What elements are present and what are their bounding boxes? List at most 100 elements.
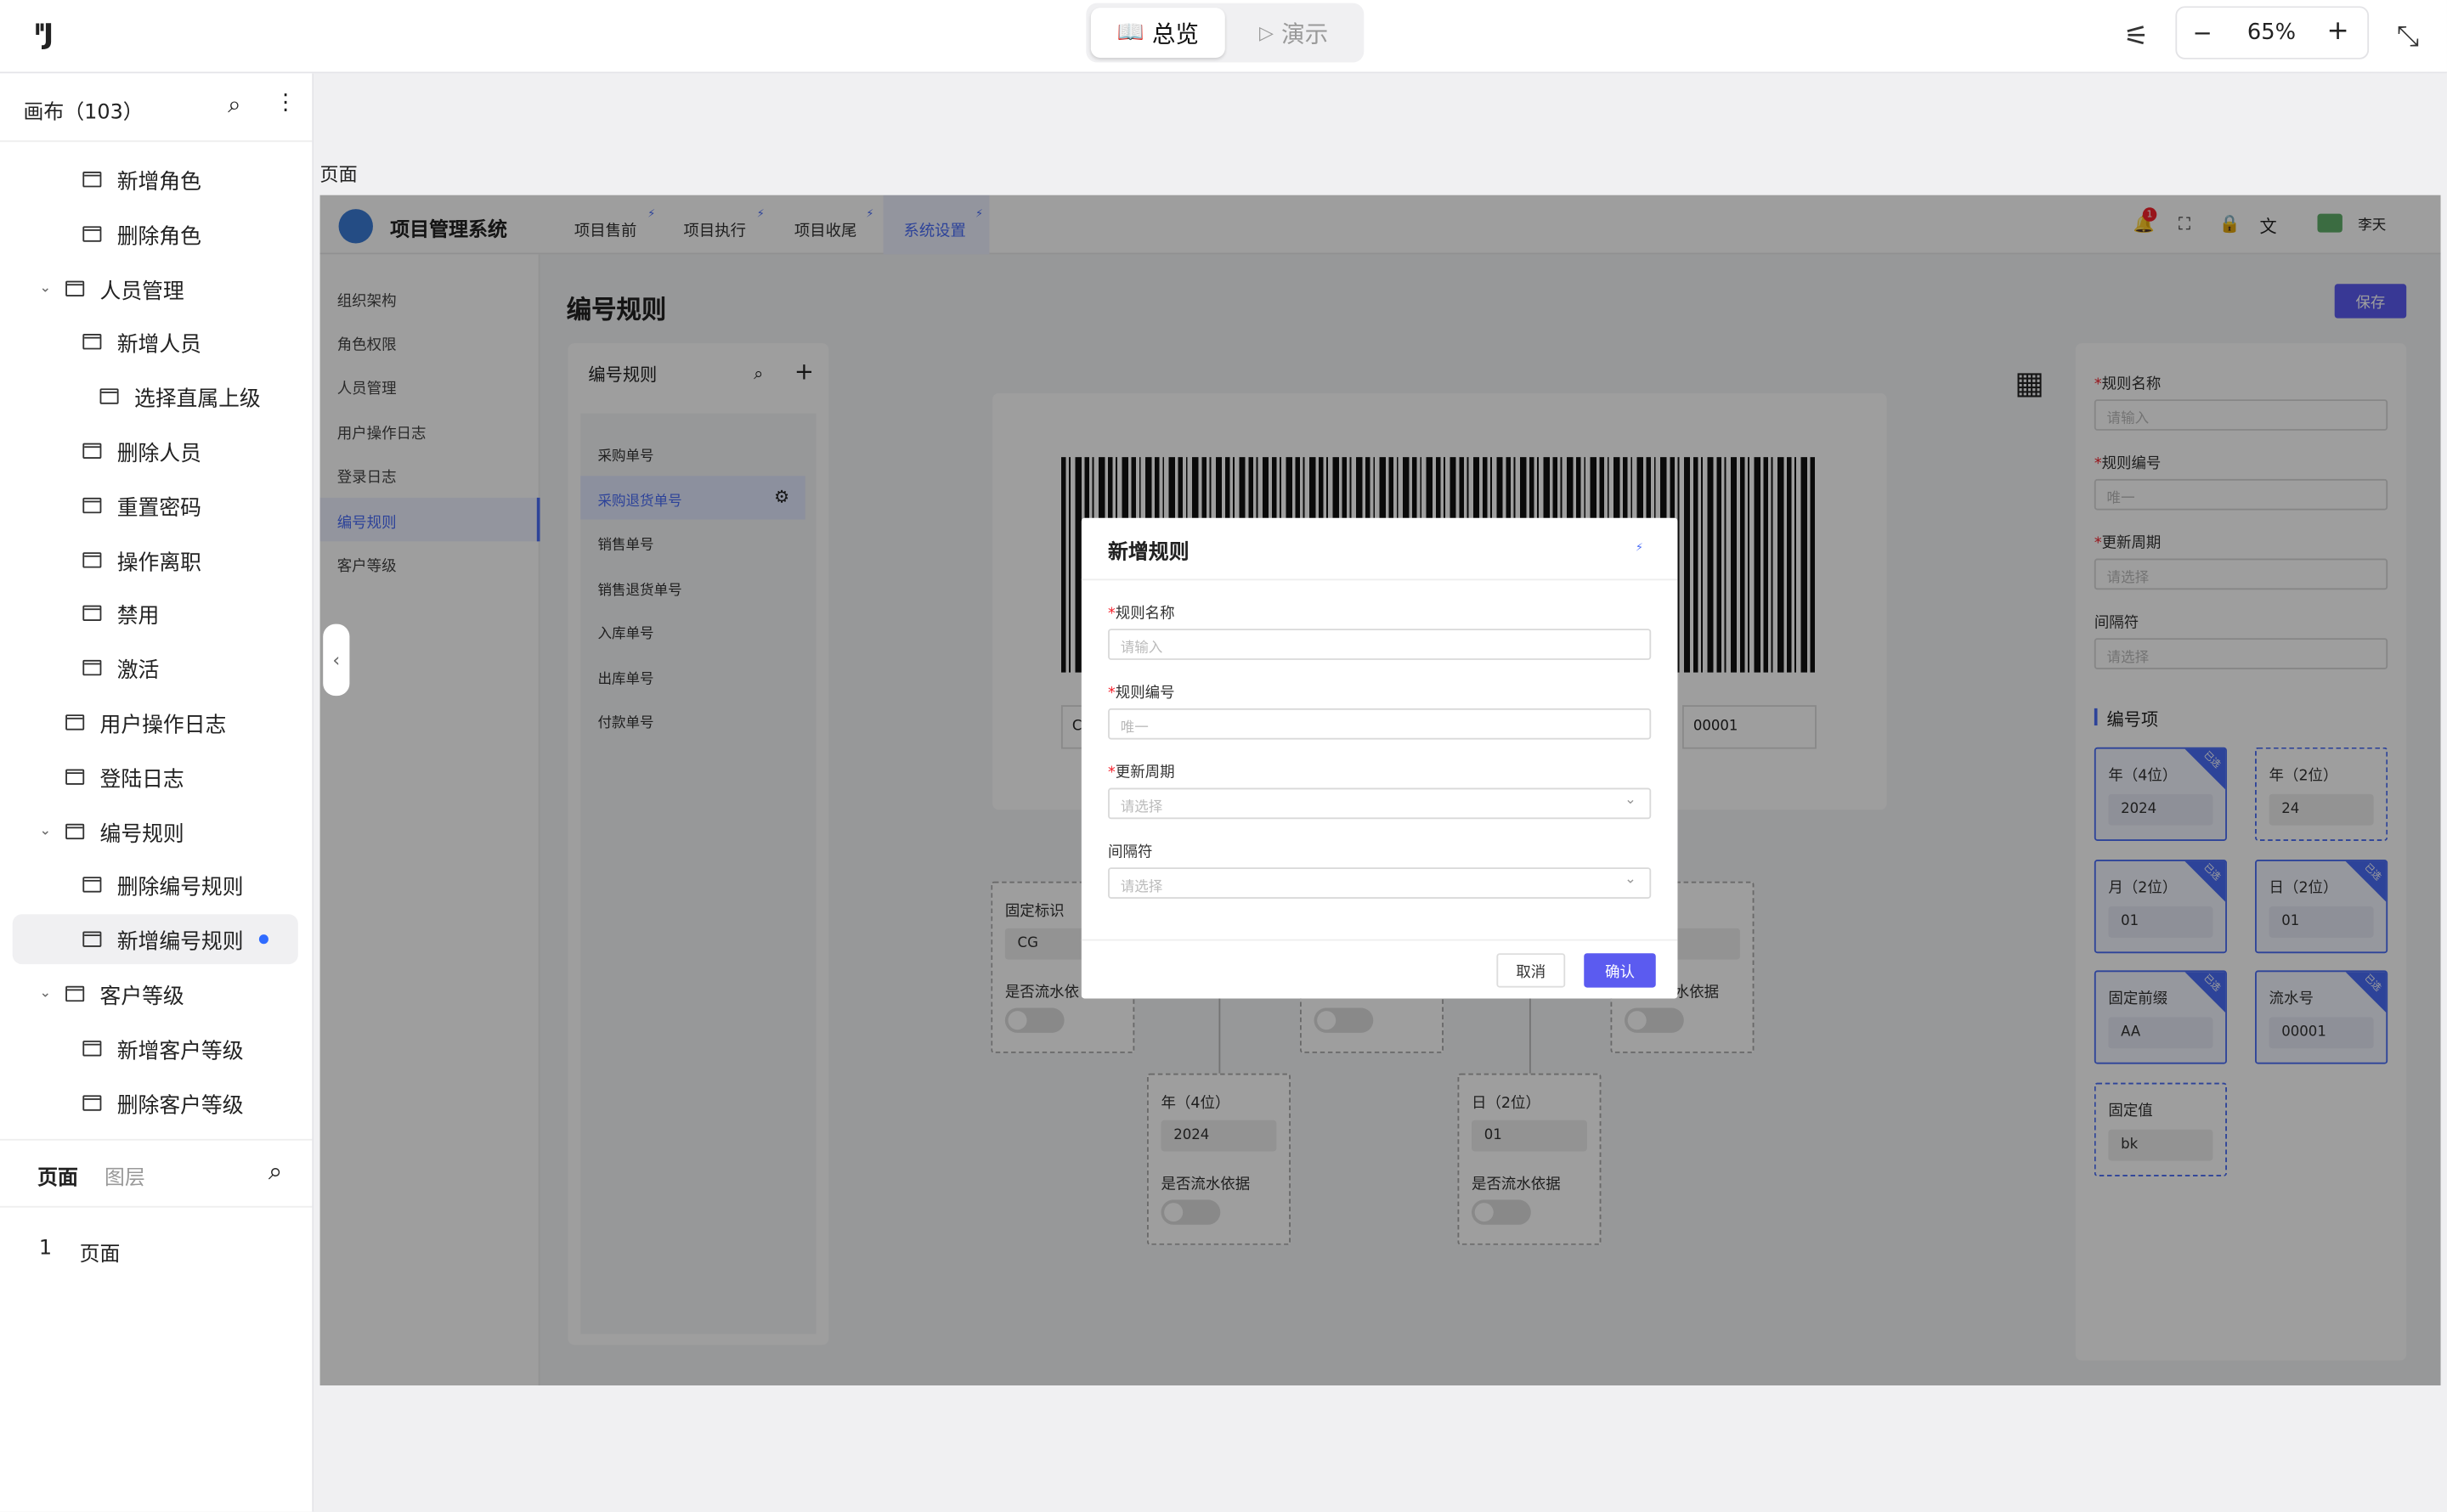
page-icon — [82, 497, 102, 513]
confirm-button[interactable]: 确认 — [1584, 953, 1656, 988]
sidebar-item[interactable]: 用户操作日志 — [13, 697, 298, 748]
sidebar-item-label: 新增编号规则 — [116, 930, 244, 956]
zoom-control: − 65% + — [2175, 6, 2370, 59]
modal-sep-select[interactable]: 请选择 — [1108, 867, 1652, 899]
chevron-down-icon[interactable]: ⌄ — [34, 823, 56, 838]
sidebar-item[interactable]: 激活 — [13, 643, 298, 693]
new-rule-modal: 新增规则 ⚡ *规则名称 请输入 *规则编号 唯一 *更新周期 请选择 ⌄ 间隔… — [1081, 517, 1678, 999]
sidebar-title: 画布（103） — [23, 101, 144, 125]
sidebar-item-label: 操作离职 — [116, 550, 201, 575]
chevron-down-icon[interactable]: ⌄ — [34, 280, 56, 296]
sidebar-item[interactable]: 新增人员 — [13, 318, 298, 368]
sidebar-item[interactable]: 新增编号规则 — [12, 914, 298, 965]
modal-code-label: *规则编号 — [1108, 685, 1175, 702]
divider — [0, 1138, 313, 1141]
chevron-down-icon[interactable]: ⌄ — [34, 986, 56, 1001]
page-icon — [82, 931, 102, 948]
page-icon — [82, 606, 102, 622]
sidebar-item-label: 重置密码 — [116, 495, 201, 522]
sidebar-item-label: 客户等级 — [99, 984, 184, 1010]
sidebar-item-label: 禁用 — [116, 604, 160, 629]
zoom-out-icon[interactable]: − — [2193, 19, 2212, 47]
page-icon — [82, 1094, 102, 1110]
modal-name-label: *规则名称 — [1108, 605, 1175, 623]
layer-search-icon[interactable]: ⌕ — [268, 1156, 282, 1188]
sidebar-item-label: 激活 — [116, 658, 160, 684]
zoom-in-icon[interactable]: + — [2327, 15, 2349, 47]
sidebar-item[interactable]: 删除客户等级 — [13, 1077, 298, 1127]
sidebar-item-label: 用户操作日志 — [99, 713, 227, 738]
play-icon: ▷ — [1258, 21, 1274, 44]
page-icon — [82, 1040, 102, 1057]
collapse-icon[interactable]: ⤡ — [2389, 17, 2427, 54]
page-icon — [82, 443, 102, 459]
sidebar-item-label: 登陆日志 — [99, 767, 184, 793]
app-logo[interactable]: ᴵ'J — [34, 19, 54, 52]
book-icon: 📖 — [1116, 20, 1144, 46]
page-icon — [82, 334, 102, 351]
divider — [1081, 578, 1678, 581]
page-icon — [65, 769, 85, 785]
sidebar-item[interactable]: 删除人员 — [13, 426, 298, 476]
page-list-item[interactable]: 页面 — [80, 1238, 121, 1267]
sidebar-item[interactable]: 登陆日志 — [13, 752, 298, 802]
sidebar-item[interactable]: 禁用 — [13, 589, 298, 639]
modal-code-input[interactable]: 唯一 — [1108, 708, 1652, 740]
close-icon[interactable]: ⚡ — [1636, 541, 1648, 554]
settings-sliders-icon[interactable]: ⚟ — [2117, 17, 2155, 54]
page-icon — [82, 225, 102, 242]
chevron-down-icon: ⌄ — [1625, 793, 1636, 809]
page-icon — [65, 279, 85, 296]
sidebar-item[interactable]: 操作离职 — [13, 534, 298, 584]
sidebar-item[interactable]: 删除编号规则 — [13, 860, 298, 911]
overview-label: 总览 — [1151, 19, 1199, 48]
sidebar-item-label: 编号规则 — [99, 821, 184, 847]
sidebar-item-label: 删除人员 — [116, 441, 201, 467]
unsaved-dot — [258, 934, 268, 945]
frame-label[interactable]: 页面 — [320, 161, 358, 187]
search-icon[interactable]: ⌕ — [228, 91, 240, 119]
more-icon[interactable]: ⋮ — [274, 91, 297, 116]
cancel-button[interactable]: 取消 — [1496, 953, 1566, 988]
page-icon — [82, 877, 102, 894]
modal-sep-label: 间隔符 — [1108, 843, 1153, 861]
mode-switch: 📖 总览 ▷ 演示 — [1086, 3, 1365, 63]
page-icon — [82, 172, 102, 188]
canvas-sidebar: 画布（103） ⌕ ⋮ 新增角色删除角色 ⌄ 人员管理新增人员选择直属上级删除人员重… — [0, 73, 314, 1512]
present-label: 演示 — [1281, 19, 1329, 48]
page-icon — [65, 823, 85, 839]
page-icon — [65, 714, 85, 731]
sidebar-item[interactable]: 重置密码 — [13, 480, 298, 530]
sidebar-header: 画布（103） ⌕ ⋮ — [0, 73, 313, 143]
modal-cycle-select[interactable]: 请选择 — [1108, 787, 1652, 820]
sidebar-item-label: 删除角色 — [116, 224, 201, 250]
modal-cycle-label: *更新周期 — [1108, 764, 1175, 782]
sidebar-item[interactable]: 新增客户等级 — [13, 1024, 298, 1074]
overview-button[interactable]: 📖 总览 — [1090, 8, 1225, 58]
sidebar-item-label: 删除编号规则 — [116, 876, 244, 901]
chevron-down-icon: ⌄ — [1625, 872, 1636, 889]
sidebar-item[interactable]: ⌄ 编号规则 — [13, 806, 298, 856]
top-toolbar: ᴵ'J 📖 总览 ▷ 演示 ⚟ − 65% + ⤡ — [0, 0, 2447, 74]
modal-name-input[interactable]: 请输入 — [1108, 629, 1652, 660]
page-icon — [82, 551, 102, 567]
sidebar-item[interactable]: ⌄ 人员管理 — [13, 263, 298, 313]
zoom-value: 65% — [2246, 20, 2297, 46]
page-icon — [65, 985, 85, 1002]
sidebar-item-label: 新增客户等级 — [116, 1038, 244, 1064]
page-icon — [82, 660, 102, 676]
tab-pages[interactable]: 页面 — [37, 1161, 78, 1191]
divider — [0, 1205, 313, 1208]
sidebar-item[interactable]: 删除角色 — [13, 209, 298, 259]
sidebar-item[interactable]: 选择直属上级 — [13, 371, 298, 421]
sidebar-item-label: 选择直属上级 — [133, 386, 261, 413]
tab-layers[interactable]: 图层 — [105, 1161, 145, 1191]
page-frame: 项目管理系统 项目售前 项目执行 项目收尾 系统设置 ⚡ ⚡ ⚡ ⚡ 🔔 1 ⛶… — [319, 195, 2441, 1385]
sidebar-item-label: 新增角色 — [116, 170, 201, 195]
present-button[interactable]: ▷ 演示 — [1229, 8, 1358, 58]
sidebar-item[interactable]: 新增角色 — [13, 155, 298, 205]
divider — [1081, 939, 1678, 941]
collapse-sidebar-button[interactable]: ‹ — [323, 623, 350, 697]
sidebar-item-label: 人员管理 — [99, 279, 184, 304]
sidebar-item[interactable]: ⌄ 客户等级 — [13, 969, 298, 1019]
